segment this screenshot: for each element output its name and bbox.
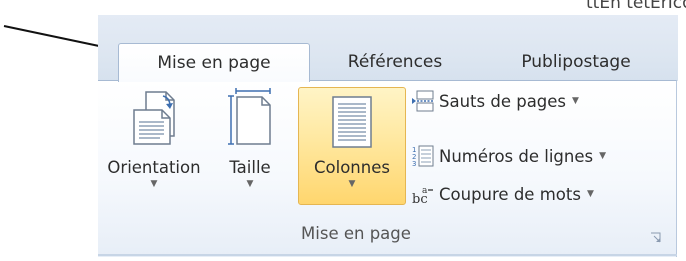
line-numbers-label: Numéros de lignes <box>439 146 594 166</box>
line-numbers-button[interactable]: 1 2 3 Numéros de lignes ▼ <box>412 143 606 169</box>
columns-icon <box>332 88 372 148</box>
chevron-down-icon: ▼ <box>246 179 254 189</box>
svg-text:3: 3 <box>412 160 416 167</box>
orientation-button[interactable]: Orientation ▼ <box>96 86 212 206</box>
size-icon <box>228 86 272 146</box>
hyphenation-button[interactable]: bc a Coupure de mots ▼ <box>412 181 594 207</box>
chevron-down-icon: ▼ <box>599 151 607 161</box>
page-break-icon <box>412 90 434 112</box>
ribbon-divider <box>98 254 677 256</box>
word-ribbon-screenshot: ttEn tetErIco Mise en page Références Pu… <box>0 0 686 261</box>
tab-references[interactable]: Références <box>322 44 468 80</box>
hyphenation-label: Coupure de mots <box>439 184 581 204</box>
dialog-launcher-icon[interactable] <box>650 232 662 244</box>
hyphenation-icon: bc a <box>412 183 434 205</box>
page-breaks-label: Sauts de pages <box>439 91 567 111</box>
chevron-down-icon: ▼ <box>572 96 579 106</box>
size-label: Taille <box>229 158 271 177</box>
svg-text:a: a <box>422 186 428 196</box>
chevron-down-icon: ▼ <box>348 179 356 189</box>
line-numbers-icon: 1 2 3 <box>412 145 434 167</box>
orientation-icon <box>132 86 176 146</box>
columns-label: Colonnes <box>314 158 390 177</box>
group-label: Mise en page <box>301 224 411 243</box>
orientation-label: Orientation <box>107 158 201 177</box>
tab-mise-en-page[interactable]: Mise en page <box>118 43 310 82</box>
window-title-fragment: ttEn tetErIco <box>586 0 686 13</box>
columns-button[interactable]: Colonnes ▼ <box>298 87 406 205</box>
chevron-down-icon: ▼ <box>586 189 594 199</box>
tab-publipostage[interactable]: Publipostage <box>492 44 660 80</box>
page-breaks-button[interactable]: Sauts de pages ▼ <box>412 88 579 114</box>
size-button[interactable]: Taille ▼ <box>220 86 280 206</box>
chevron-down-icon: ▼ <box>150 179 158 189</box>
